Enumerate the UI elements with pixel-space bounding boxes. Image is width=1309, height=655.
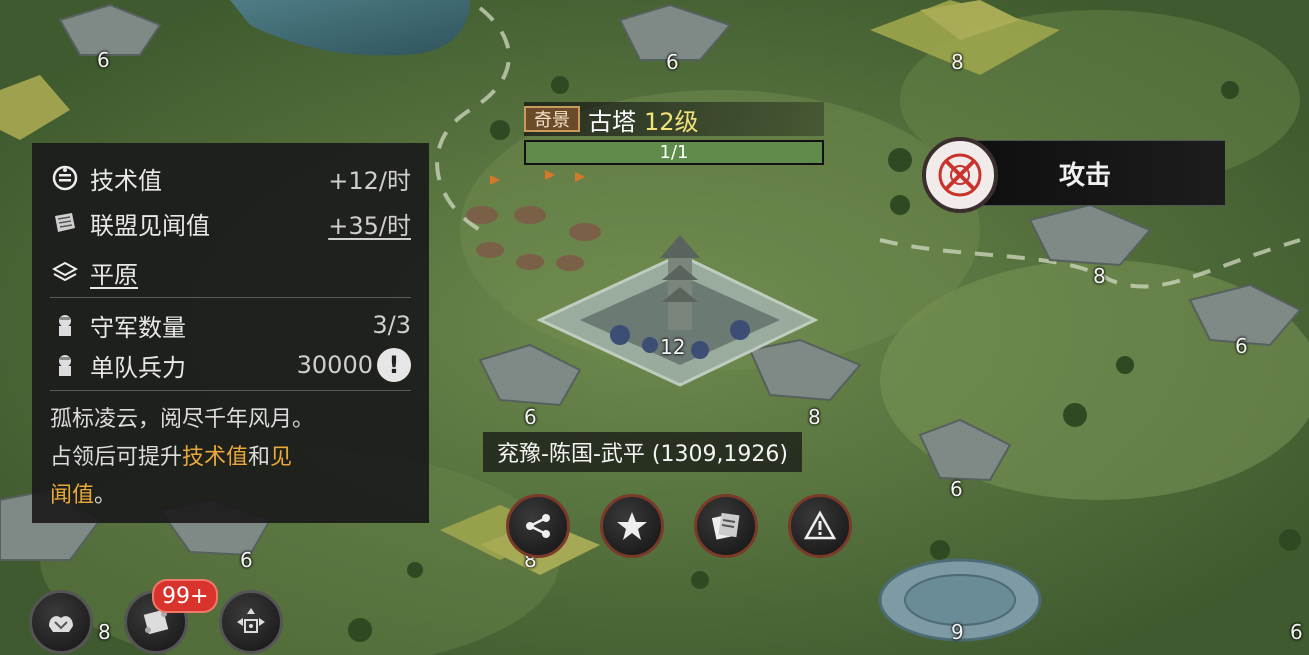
scroll-icon bbox=[52, 210, 78, 236]
tech-value: +12/时 bbox=[328, 166, 411, 195]
tile-level: 12 bbox=[660, 335, 686, 359]
terrain-icon bbox=[52, 259, 78, 285]
share-button[interactable] bbox=[506, 494, 570, 558]
report-icon bbox=[711, 512, 740, 540]
tech-row: 技术值 +12/时 bbox=[52, 161, 411, 195]
description-line: 闻值。 bbox=[50, 477, 410, 515]
soldier-icon bbox=[52, 312, 78, 338]
tile-level: 9 bbox=[951, 620, 964, 644]
terrain-label[interactable]: 平原 bbox=[90, 255, 138, 290]
tile-level: 8 bbox=[808, 405, 821, 429]
troop-value: 30000 bbox=[296, 351, 373, 379]
alliance-value[interactable]: +35/时 bbox=[328, 206, 411, 241]
location-coordinates: 兖豫-陈国-武平 (1309,1926) bbox=[483, 432, 803, 472]
favorite-button[interactable] bbox=[600, 494, 664, 558]
alliance-button[interactable] bbox=[29, 590, 93, 654]
description-text: 。 bbox=[94, 483, 117, 508]
tile-level: 6 bbox=[1290, 620, 1303, 644]
scenic-name: 古塔 bbox=[588, 107, 636, 136]
tile-level: 6 bbox=[950, 477, 963, 501]
report-button[interactable] bbox=[694, 494, 758, 558]
attack-label: 攻击 bbox=[1058, 160, 1111, 191]
description-text: 和 bbox=[248, 445, 271, 470]
tile-level: 8 bbox=[98, 620, 111, 644]
formation-icon bbox=[237, 608, 265, 633]
alert-button[interactable] bbox=[788, 494, 852, 558]
tile-level: 6 bbox=[1235, 334, 1248, 358]
alliance-icon bbox=[49, 616, 73, 632]
notification-badge: 99+ bbox=[152, 579, 219, 613]
divider bbox=[50, 297, 411, 298]
troop-row: 单队兵力 30000 ! bbox=[52, 348, 411, 382]
description-line: 占领后可提升技术值和见 bbox=[50, 439, 410, 477]
description-line: 孤标凌云，阅尽千年风月。 bbox=[50, 407, 315, 432]
garrison-value: 3/3 bbox=[372, 311, 411, 339]
highlight-tech: 技术值 bbox=[182, 445, 249, 470]
highlight-insight: 闻值 bbox=[50, 483, 95, 508]
troop-label: 单队兵力 bbox=[90, 353, 186, 382]
description: 孤标凌云，阅尽千年风月。 占领后可提升技术值和见 闻值。 bbox=[50, 401, 410, 515]
tile-level: 8 bbox=[1093, 264, 1106, 288]
terrain-row[interactable]: 平原 bbox=[52, 255, 411, 289]
share-icon bbox=[526, 514, 550, 538]
tech-label: 技术值 bbox=[90, 166, 162, 195]
scenic-level: 12级 bbox=[644, 107, 699, 136]
soldier-icon bbox=[52, 352, 78, 378]
star-icon bbox=[617, 512, 647, 540]
formation-button[interactable] bbox=[219, 590, 283, 654]
description-text: 占领后可提升 bbox=[50, 445, 183, 470]
tile-info-panel: 技术值 +12/时 联盟见闻值 +35/时 平原 守军数量 3/3 单队兵力 3… bbox=[32, 143, 429, 523]
garrison-label: 守军数量 bbox=[90, 313, 186, 342]
attack-icon[interactable] bbox=[922, 137, 998, 213]
durability-text: 1/1 bbox=[659, 142, 689, 163]
tile-level: 6 bbox=[666, 50, 679, 74]
alliance-row: 联盟见闻值 +35/时 bbox=[52, 206, 411, 240]
highlight-insight: 见 bbox=[270, 445, 293, 470]
tech-icon bbox=[52, 165, 78, 191]
warning-icon[interactable]: ! bbox=[377, 348, 411, 382]
garrison-row: 守军数量 3/3 bbox=[52, 308, 411, 342]
tile-level: 6 bbox=[240, 548, 253, 572]
tile-level: 8 bbox=[951, 50, 964, 74]
alert-icon bbox=[803, 510, 837, 540]
tile-level: 6 bbox=[97, 48, 110, 72]
scenic-header: 奇景 古塔 12级 bbox=[524, 102, 824, 136]
divider bbox=[50, 390, 411, 391]
alliance-label: 联盟见闻值 bbox=[90, 211, 210, 240]
tile-level: 6 bbox=[524, 405, 537, 429]
durability-bar: 1/1 bbox=[524, 140, 824, 165]
attack-button[interactable]: 攻击 bbox=[975, 140, 1225, 206]
scenic-tag-badge: 奇景 bbox=[524, 106, 580, 132]
